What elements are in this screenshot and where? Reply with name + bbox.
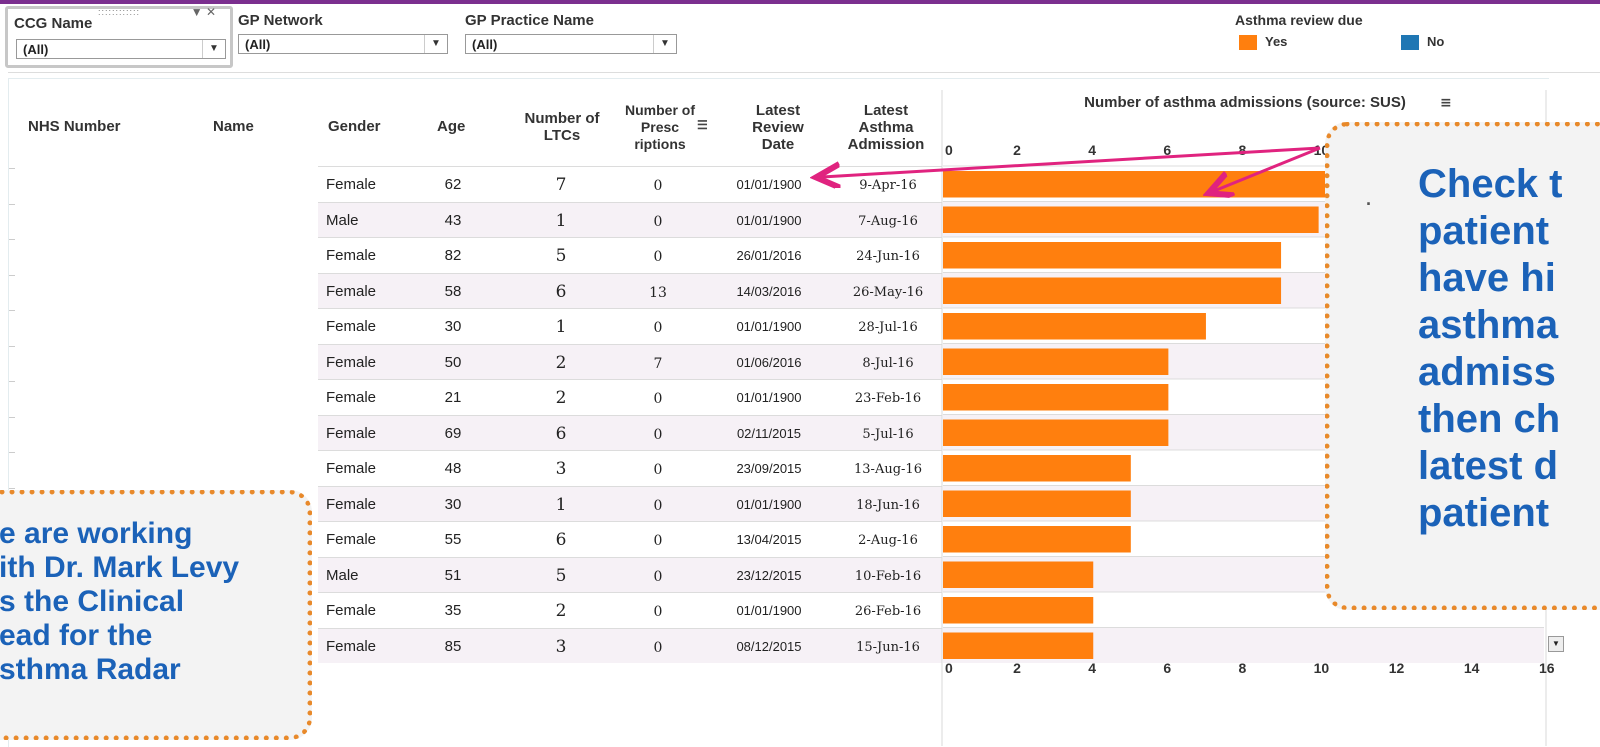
callout-line: sthma Radar [0,653,181,686]
callout-line: e are working [0,517,193,550]
bar[interactable] [943,242,1282,269]
x-tick-label-bottom: 12 [1389,660,1405,676]
x-tick-label-bottom: 2 [1013,660,1021,676]
callout-line: Check t [1418,162,1563,206]
callout-line: s the Clinical [0,585,185,618]
bar[interactable] [943,526,1131,553]
callout-line: asthma [1418,303,1559,347]
callout-line: admiss [1418,350,1556,394]
callout-line: latest d [1418,444,1559,488]
x-tick-label-bottom: 8 [1239,660,1247,676]
chart-title: Number of asthma admissions (source: SUS… [1084,94,1406,111]
x-tick-label-bottom: 10 [1314,660,1330,676]
x-tick-label-bottom: 6 [1163,660,1171,676]
bar[interactable] [943,313,1206,340]
bar[interactable] [943,597,1094,624]
sort-icon[interactable]: ≡ [1440,95,1452,111]
callout-line: then ch [1418,397,1561,441]
bar[interactable] [943,277,1282,305]
scroll-down-icon[interactable]: ▼ [1548,636,1564,652]
callout-check-patients: · Check t patient have hi asthma admiss then … [1325,122,1600,610]
bar[interactable] [943,561,1094,589]
bar[interactable] [943,348,1169,376]
bar[interactable] [943,171,1357,198]
x-tick-label-bottom: 0 [945,660,953,676]
x-tick-label-top: 0 [945,142,953,158]
bar[interactable] [943,206,1319,234]
bar[interactable] [943,384,1169,411]
callout-line: ead for the [0,619,153,652]
callout-line: patient [1418,209,1550,253]
x-tick-label-top: 2 [1013,142,1021,158]
x-tick-label-bottom: 4 [1088,660,1096,676]
x-tick-label-top: 8 [1239,142,1247,158]
bar[interactable] [943,632,1094,660]
x-tick-label-top: 4 [1088,142,1096,158]
callout-line: patient [1418,491,1550,535]
callout-bullet: · [1366,194,1372,214]
x-tick-label-bottom: 16 [1539,660,1555,676]
callout-line: ith Dr. Mark Levy [0,551,240,584]
x-tick-label-bottom: 14 [1464,660,1480,676]
bar[interactable] [943,490,1131,518]
callout-clinical-lead: e are working ith Dr. Mark Levy s the Clin… [0,490,312,740]
bar[interactable] [943,455,1131,482]
callout-line: have hi [1418,256,1556,300]
bar[interactable] [943,419,1169,447]
